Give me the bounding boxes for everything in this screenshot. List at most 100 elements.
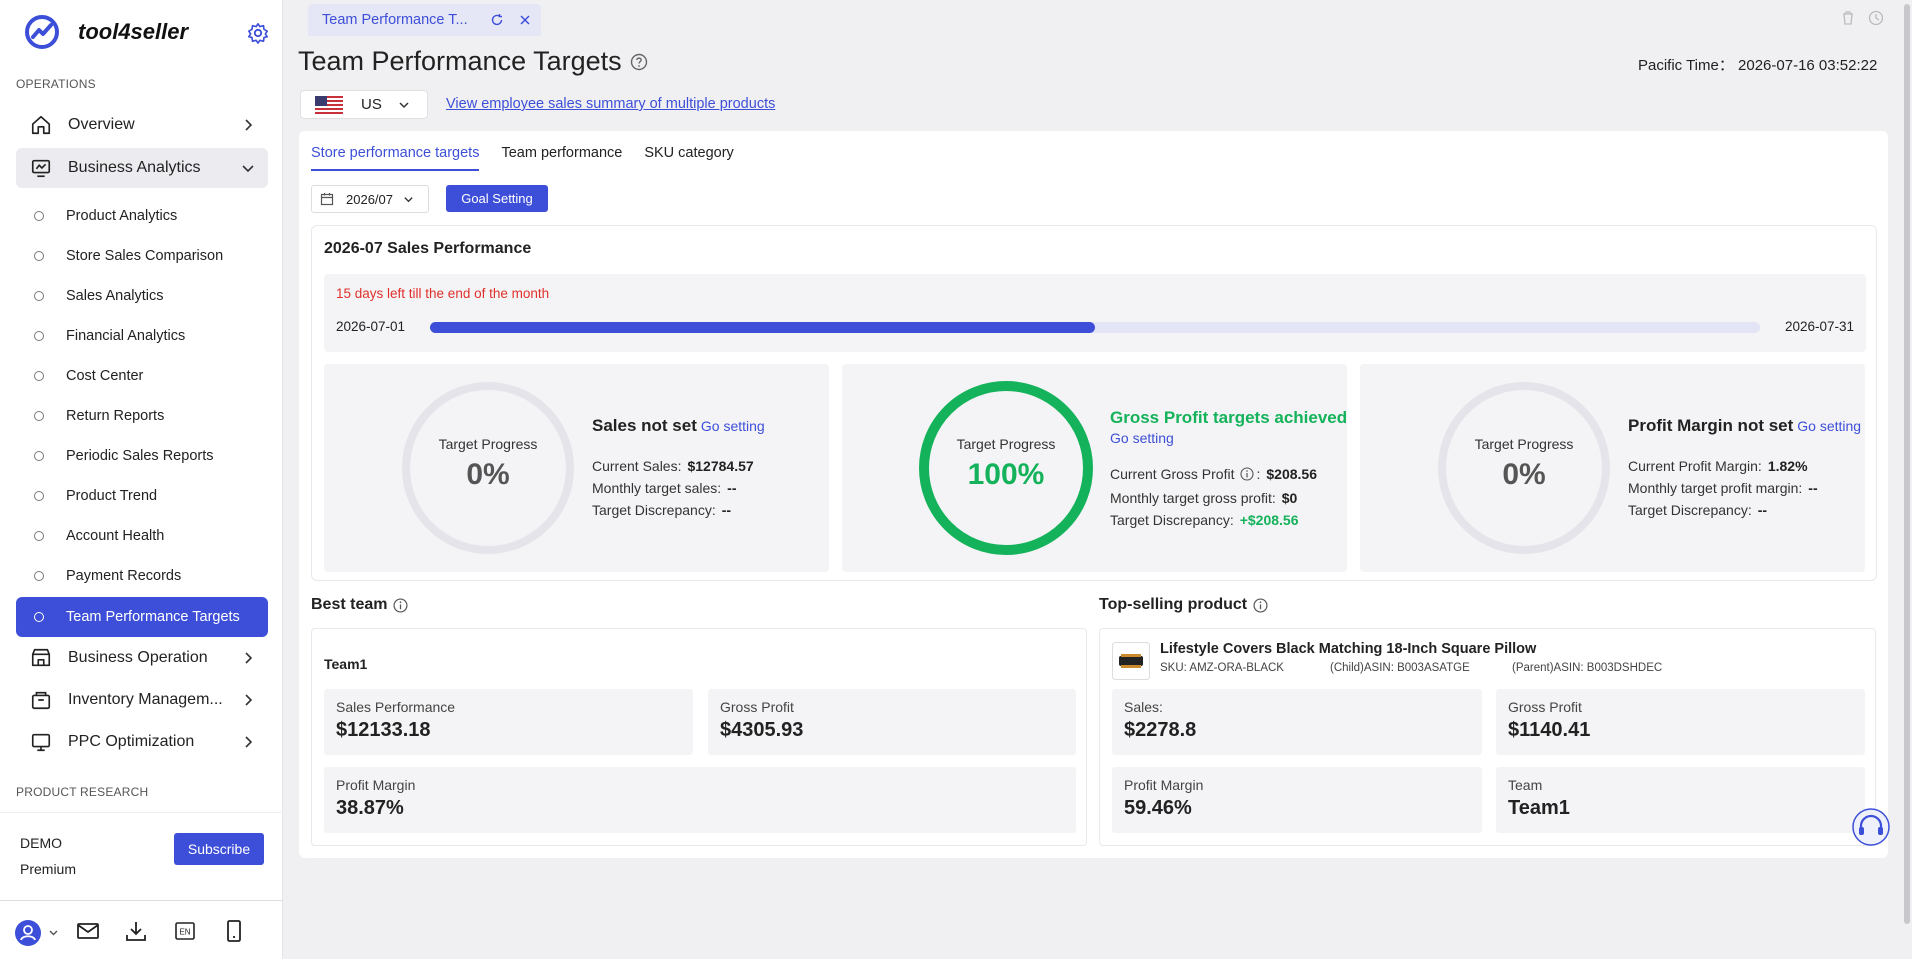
sub-item-label: Product Trend <box>66 488 158 504</box>
sub-item-team-performance-targets[interactable]: Team Performance Targets <box>16 597 268 637</box>
tab-team-performance[interactable]: Team Performance T... <box>308 4 541 36</box>
target-line: Target Discrepancy: -- <box>592 502 731 518</box>
go-setting-link[interactable]: Go setting <box>1797 418 1861 434</box>
section-operations: OPERATIONS <box>16 77 96 91</box>
line-label: Target Discrepancy: <box>592 502 716 518</box>
tab-bar: Team Performance T... <box>284 0 1912 38</box>
performance-title: 2026-07 Sales Performance <box>324 240 532 257</box>
subscribe-button[interactable]: Subscribe <box>174 833 264 865</box>
tab-team-performance[interactable]: Team performance <box>501 145 622 171</box>
product-child-asin: (Child)ASIN: B003ASATGE <box>1330 662 1470 674</box>
top-product-card: Lifestyle Covers Black Matching 18-Inch … <box>1099 628 1876 846</box>
tab-store-performance-targets[interactable]: Store performance targets <box>311 145 480 171</box>
scrollbar-thumb[interactable] <box>1904 4 1910 924</box>
refresh-icon[interactable] <box>490 13 504 27</box>
nav-business-operation[interactable]: Business Operation <box>16 638 268 678</box>
sub-item-label: Periodic Sales Reports <box>66 448 214 464</box>
goal-setting-button[interactable]: Goal Setting <box>446 185 548 212</box>
help-icon[interactable] <box>630 53 648 71</box>
bullet-icon <box>34 451 44 461</box>
close-icon[interactable] <box>518 13 532 27</box>
stat-value: $4305.93 <box>720 719 804 741</box>
sub-item-return-reports[interactable]: Return Reports <box>16 396 268 436</box>
sales-performance-card: 2026-07 Sales Performance 15 days left t… <box>311 225 1877 581</box>
sub-item-label: Product Analytics <box>66 208 178 224</box>
tab-sku-category[interactable]: SKU category <box>644 145 733 171</box>
days-left-text: 15 days left till the end of the month <box>336 286 550 301</box>
bullet-icon <box>34 571 44 581</box>
stat-gross-profit: Gross Profit $1140.41 <box>1496 689 1865 755</box>
sub-item-financial-analytics[interactable]: Financial Analytics <box>16 316 268 356</box>
sub-item-product-analytics[interactable]: Product Analytics <box>16 196 268 236</box>
sub-item-periodic-sales-reports[interactable]: Periodic Sales Reports <box>16 436 268 476</box>
line-value: -- <box>1757 502 1768 518</box>
target-line: Current Profit Margin: 1.82% <box>1628 458 1808 474</box>
nav-label: Business Operation <box>68 649 208 666</box>
stat-profit-margin: Profit Margin 38.87% <box>324 767 1076 833</box>
line-value: $12784.57 <box>687 458 754 474</box>
sub-item-cost-center[interactable]: Cost Center <box>16 356 268 396</box>
stat-gross-profit: Gross Profit $4305.93 <box>708 689 1076 755</box>
stat-label: Profit Margin <box>336 777 416 793</box>
pacific-time-label: Pacific Time： <box>1638 57 1734 74</box>
bullet-icon <box>34 491 44 501</box>
product-thumbnail[interactable] <box>1112 642 1150 680</box>
sidebar-footer: EN <box>0 900 283 959</box>
language-icon[interactable]: EN <box>173 919 197 943</box>
chevron-right-icon <box>245 736 253 748</box>
logo-icon <box>25 15 59 49</box>
line-value: +$208.56 <box>1239 512 1299 528</box>
stat-label: Sales Performance <box>336 699 456 715</box>
mobile-icon[interactable] <box>222 919 246 943</box>
product-sku: SKU: AMZ-ORA-BLACK <box>1160 662 1284 674</box>
product-name[interactable]: Lifestyle Covers Black Matching 18-Inch … <box>1160 641 1536 657</box>
target-heading-text: Profit Margin not set <box>1628 416 1794 435</box>
mail-icon[interactable] <box>76 919 100 943</box>
gear-icon[interactable] <box>247 22 269 44</box>
line-label: Monthly target sales: <box>592 480 722 496</box>
nav-business-analytics[interactable]: Business Analytics <box>16 148 268 188</box>
calendar-icon <box>320 193 334 206</box>
user-icon[interactable] <box>14 919 58 947</box>
sub-item-label: Financial Analytics <box>66 328 186 344</box>
month-picker[interactable]: 2026/07 <box>311 185 429 213</box>
clock-icon[interactable] <box>1868 10 1884 26</box>
sub-item-payment-records[interactable]: Payment Records <box>16 556 268 596</box>
stat-team: Team Team1 <box>1496 767 1865 833</box>
ring-label: Target Progress <box>1474 436 1574 452</box>
target-line: Current Sales: $12784.57 <box>592 458 754 474</box>
go-setting-link[interactable]: Go setting <box>701 418 765 434</box>
country-select[interactable]: US <box>300 90 428 119</box>
nav-inventory-management[interactable]: Inventory Managem... <box>16 680 268 720</box>
info-icon[interactable] <box>1240 467 1255 481</box>
nav-overview[interactable]: Overview <box>16 105 268 145</box>
go-setting-link[interactable]: Go setting <box>1110 430 1174 446</box>
sub-item-store-sales-comparison[interactable]: Store Sales Comparison <box>16 236 268 276</box>
download-icon[interactable] <box>124 919 148 943</box>
top-product-title: Top-selling product <box>1099 596 1268 614</box>
sub-item-account-health[interactable]: Account Health <box>16 516 268 556</box>
sub-item-sales-analytics[interactable]: Sales Analytics <box>16 276 268 316</box>
nav-label: Inventory Managem... <box>68 691 223 708</box>
colon-separator: : <box>1256 466 1261 482</box>
product-parent-asin: (Parent)ASIN: B003DSHDEC <box>1512 662 1663 674</box>
sub-item-product-trend[interactable]: Product Trend <box>16 476 268 516</box>
stat-value: 38.87% <box>336 797 404 819</box>
page-header: Team Performance Targets <box>298 46 648 77</box>
lang-badge-text: EN <box>179 928 190 937</box>
ring-value: 0% <box>1502 458 1546 491</box>
brand-name: tool4seller <box>78 19 189 44</box>
info-icon[interactable] <box>1253 597 1268 613</box>
bullet-icon <box>34 211 44 221</box>
stat-value: $12133.18 <box>336 719 431 741</box>
us-flag-icon <box>315 95 343 114</box>
nav-ppc-optimization[interactable]: PPC Optimization <box>16 722 268 762</box>
nav-label: Overview <box>68 116 135 133</box>
trash-icon[interactable] <box>1840 10 1856 26</box>
support-headset-icon[interactable] <box>1852 808 1890 846</box>
store-icon <box>31 648 51 667</box>
sidebar: tool4seller OPERATIONS Overview Business… <box>0 0 283 959</box>
line-value: -- <box>727 480 737 496</box>
employee-summary-link[interactable]: View employee sales summary of multiple … <box>446 96 775 112</box>
info-icon[interactable] <box>393 597 409 613</box>
